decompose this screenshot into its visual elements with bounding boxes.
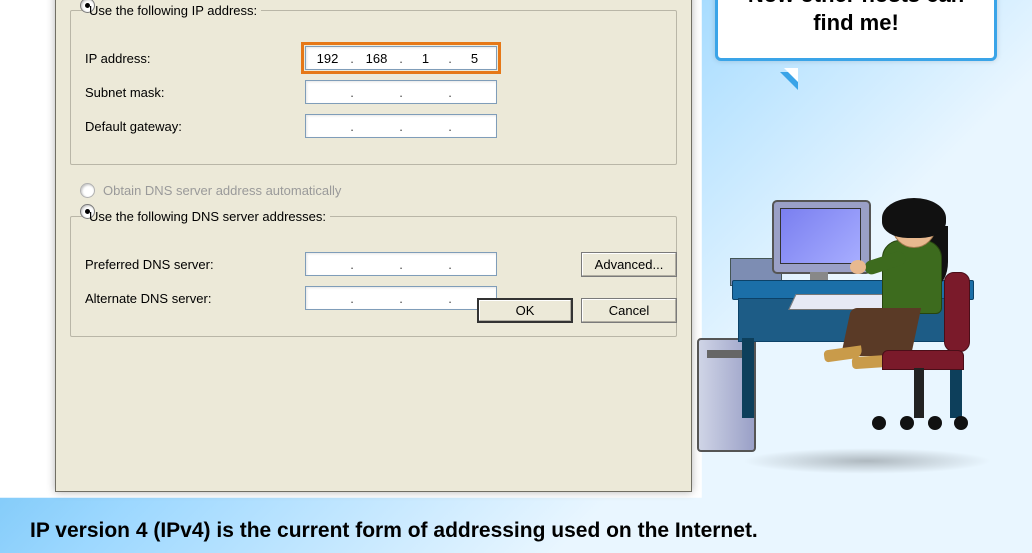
group-legend: Use the following DNS server addresses: bbox=[85, 209, 330, 224]
ip-address-input[interactable]: 192. 168. 1. 5 bbox=[305, 46, 497, 70]
cancel-button[interactable]: Cancel bbox=[581, 298, 677, 323]
ip-octet-1[interactable]: 192 bbox=[306, 51, 349, 66]
ip-address-group: Use the following IP address: IP address… bbox=[70, 3, 677, 165]
preferred-dns-input[interactable]: . . . bbox=[305, 252, 497, 276]
ip-octet-2[interactable]: 168 bbox=[355, 51, 398, 66]
ip-address-label: IP address: bbox=[85, 51, 305, 66]
person-at-computer-illustration bbox=[732, 160, 1012, 480]
preferred-dns-label: Preferred DNS server: bbox=[85, 257, 305, 272]
ok-button[interactable]: OK bbox=[477, 298, 573, 323]
speech-bubble-text: Now other hosts can find me! bbox=[748, 0, 964, 35]
group-legend: Use the following IP address: bbox=[85, 3, 261, 18]
tcpip-properties-dialog: Obtain an IP address automatically Use t… bbox=[55, 0, 692, 492]
subnet-mask-label: Subnet mask: bbox=[85, 85, 305, 100]
subnet-mask-input[interactable]: . . . bbox=[305, 80, 497, 104]
default-gateway-label: Default gateway: bbox=[85, 119, 305, 134]
radio-label: Obtain DNS server address automatically bbox=[103, 183, 341, 198]
advanced-button[interactable]: Advanced... bbox=[581, 252, 677, 277]
alternate-dns-input[interactable]: . . . bbox=[305, 286, 497, 310]
caption-text: IP version 4 (IPv4) is the current form … bbox=[30, 519, 1002, 543]
radio-icon bbox=[80, 183, 95, 198]
radio-obtain-dns-auto: Obtain DNS server address automatically bbox=[80, 183, 677, 198]
ip-octet-3[interactable]: 1 bbox=[404, 51, 447, 66]
speech-bubble: Now other hosts can find me! bbox=[715, 0, 997, 61]
ip-octet-4[interactable]: 5 bbox=[453, 51, 496, 66]
default-gateway-input[interactable]: . . . bbox=[305, 114, 497, 138]
alternate-dns-label: Alternate DNS server: bbox=[85, 291, 305, 306]
